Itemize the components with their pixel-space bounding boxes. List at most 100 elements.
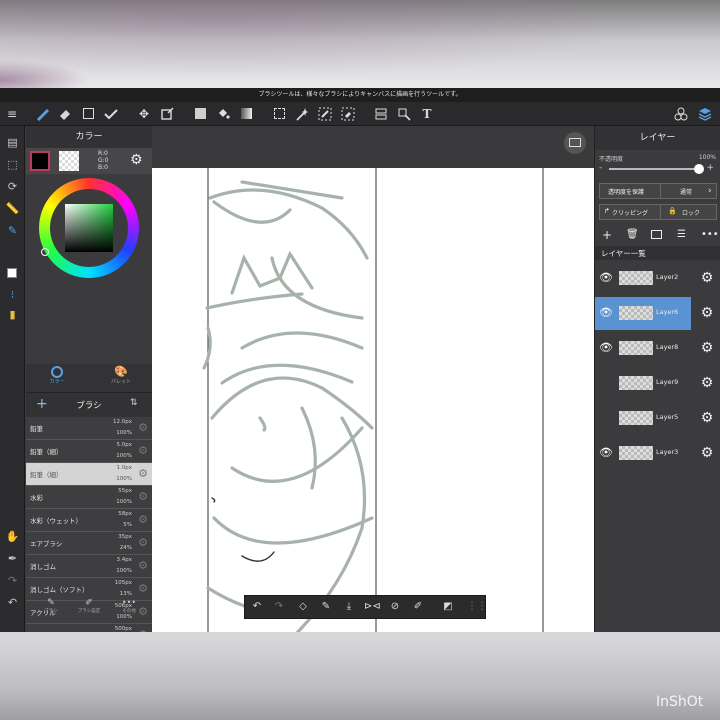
trash-icon[interactable]: 🗑 <box>626 226 639 244</box>
layer-row[interactable]: Layer9 ⚙ <box>595 367 720 400</box>
more-icon[interactable]: ••• <box>701 226 719 244</box>
brush-item[interactable]: エアブラシ 35px 24% ⚙ <box>26 532 152 555</box>
redo-icon[interactable]: ↷ <box>272 600 286 614</box>
hand-icon[interactable]: ✋ <box>4 528 21 545</box>
opacity-decrease-button[interactable]: - <box>599 163 602 173</box>
eye-icon[interactable]: 👁 <box>599 447 615 459</box>
text-icon[interactable]: T <box>417 104 437 124</box>
lock-button[interactable]: ロック <box>682 208 700 217</box>
undo-icon[interactable]: ↶ <box>4 594 21 611</box>
layer-settings-gear-icon[interactable]: ⚙ <box>699 270 715 286</box>
clipping-button[interactable]: クリッピング <box>612 208 648 217</box>
brush-footer-settings[interactable]: ✐ ブラシ設定 <box>74 598 104 614</box>
hue-handle[interactable] <box>41 248 49 256</box>
layer-settings-gear-icon[interactable]: ⚙ <box>699 410 715 426</box>
brush-settings-gear-icon[interactable]: ⚙ <box>138 445 148 457</box>
select-all-icon[interactable]: ◇ <box>296 600 310 614</box>
bookmark-icon[interactable]: ▮ <box>4 306 21 323</box>
brush-settings-gear-icon[interactable]: ⚙ <box>138 537 148 549</box>
brush-footer-brush[interactable]: ✎ ブラシ <box>36 598 66 614</box>
hue-wheel[interactable] <box>39 178 139 278</box>
canvas-area[interactable] <box>152 126 594 632</box>
canvas-settings-icon[interactable]: ◩ <box>441 600 455 614</box>
tab-palette[interactable]: 🎨 パレット <box>106 366 136 386</box>
hidden-visibility-toggle[interactable] <box>599 377 615 389</box>
transform-icon[interactable] <box>157 104 177 124</box>
edit-selection-icon[interactable]: ✐ <box>411 600 425 614</box>
brush-settings-gear-icon[interactable]: ⚙ <box>138 491 148 503</box>
selection-icon[interactable]: ⬚ <box>4 156 21 173</box>
layer-settings-gear-icon[interactable]: ⚙ <box>699 305 715 321</box>
page-icon[interactable]: ▤ <box>4 134 21 151</box>
list-icon[interactable]: ☰ <box>677 226 686 244</box>
tab-color[interactable]: カラー <box>42 366 72 385</box>
eye-icon[interactable]: 👁 <box>599 307 615 319</box>
brush-settings-gear-icon[interactable]: ⚙ <box>138 560 148 572</box>
add-layer-icon[interactable]: + <box>602 226 612 244</box>
brush-footer-more[interactable]: ••• その他 <box>114 598 144 614</box>
saturation-square[interactable] <box>65 204 113 252</box>
select-icon[interactable] <box>269 104 289 124</box>
rect-icon[interactable] <box>78 104 98 124</box>
layer-row[interactable]: 👁 Layer3 ⚙ <box>595 437 720 470</box>
color-swap-icon[interactable] <box>4 266 21 283</box>
palette-icon[interactable]: ⁝ <box>4 286 21 303</box>
color-settings-gear-icon[interactable]: ⚙ <box>130 152 143 168</box>
move-icon[interactable]: ✥ <box>134 104 154 124</box>
redo-icon[interactable]: ↷ <box>4 572 21 589</box>
primary-color-swatch[interactable] <box>30 151 50 171</box>
brush-settings-gear-icon[interactable]: ⚙ <box>138 422 148 434</box>
layer-settings-gear-icon[interactable]: ⚙ <box>699 340 715 356</box>
auto-select-icon[interactable] <box>101 104 121 124</box>
layer-row[interactable]: 👁 Layer8 ⚙ <box>595 332 720 365</box>
bucket-icon[interactable] <box>213 104 233 124</box>
undo-icon[interactable]: ↶ <box>250 600 264 614</box>
brush-settings-gear-icon[interactable]: ⚙ <box>138 629 148 633</box>
sort-brush-button[interactable]: ⇅ <box>130 398 138 408</box>
image-layer-icon[interactable] <box>651 230 662 239</box>
hidden-visibility-toggle[interactable] <box>599 412 615 424</box>
gradient-icon[interactable] <box>236 104 256 124</box>
brush-item[interactable]: 水彩（ウェット） 58px 5% ⚙ <box>26 509 152 532</box>
menu-icon[interactable]: ≡ <box>2 104 22 124</box>
eye-icon[interactable]: 👁 <box>599 342 615 354</box>
brush-icon[interactable] <box>32 104 52 124</box>
lasso-fill-icon[interactable] <box>394 104 414 124</box>
materials-icon[interactable] <box>671 104 691 124</box>
brush-settings-gear-icon[interactable]: ⚙ <box>138 514 148 526</box>
crop-icon[interactable] <box>371 104 391 124</box>
canvas-fit-button[interactable] <box>564 132 586 154</box>
select-eraser-icon[interactable] <box>338 104 358 124</box>
eraser-icon[interactable] <box>55 104 75 124</box>
opacity-increase-button[interactable]: + <box>706 163 714 173</box>
brush-item[interactable]: 鉛筆（細） 5.0px 100% ⚙ <box>26 440 152 463</box>
brush-item[interactable]: 消しゴム 3.4px 100% ⚙ <box>26 555 152 578</box>
opacity-slider[interactable] <box>609 164 704 174</box>
brush-item[interactable]: 水彩 55px 100% ⚙ <box>26 486 152 509</box>
fill-color-icon[interactable] <box>190 104 210 124</box>
brush-settings-gear-icon[interactable]: ⚙ <box>138 468 148 480</box>
layer-row[interactable]: 👁 Layer2 ⚙ <box>595 262 720 295</box>
brush-item[interactable]: 鉛筆 12.0px 100% ⚙ <box>26 417 152 440</box>
layer-settings-gear-icon[interactable]: ⚙ <box>699 445 715 461</box>
magic-wand-icon[interactable] <box>292 104 312 124</box>
drag-handle-icon[interactable]: ⋮⋮ <box>467 600 487 614</box>
eye-icon[interactable]: 👁 <box>599 272 615 284</box>
brush-settings-gear-icon[interactable]: ⚙ <box>138 583 148 595</box>
select-pen-icon[interactable] <box>315 104 335 124</box>
secondary-color-swatch[interactable] <box>59 151 79 171</box>
rotate-icon[interactable]: ⟳ <box>4 178 21 195</box>
pen-icon[interactable]: ✎ <box>4 222 21 239</box>
blend-mode-select[interactable]: 通常 <box>680 187 692 196</box>
brush-item[interactable]: 鉛筆（細） 1.0px 100% ⚙ <box>26 463 152 486</box>
pen-icon[interactable]: ✎ <box>319 600 333 614</box>
deselect-icon[interactable]: ⊘ <box>388 600 402 614</box>
flip-icon[interactable]: ⊳⊲ <box>364 600 381 614</box>
layer-row[interactable]: 👁 Layer6 ⚙ <box>595 297 720 330</box>
import-icon[interactable]: ⤓ <box>342 600 356 614</box>
drawing-canvas[interactable] <box>152 168 594 632</box>
ruler-icon[interactable]: 📏 <box>4 200 21 217</box>
eyedropper-icon[interactable]: ✒ <box>4 550 21 567</box>
layer-row[interactable]: Layer5 ⚙ <box>595 402 720 435</box>
protect-alpha-button[interactable]: 透明度を保護 <box>608 187 644 196</box>
